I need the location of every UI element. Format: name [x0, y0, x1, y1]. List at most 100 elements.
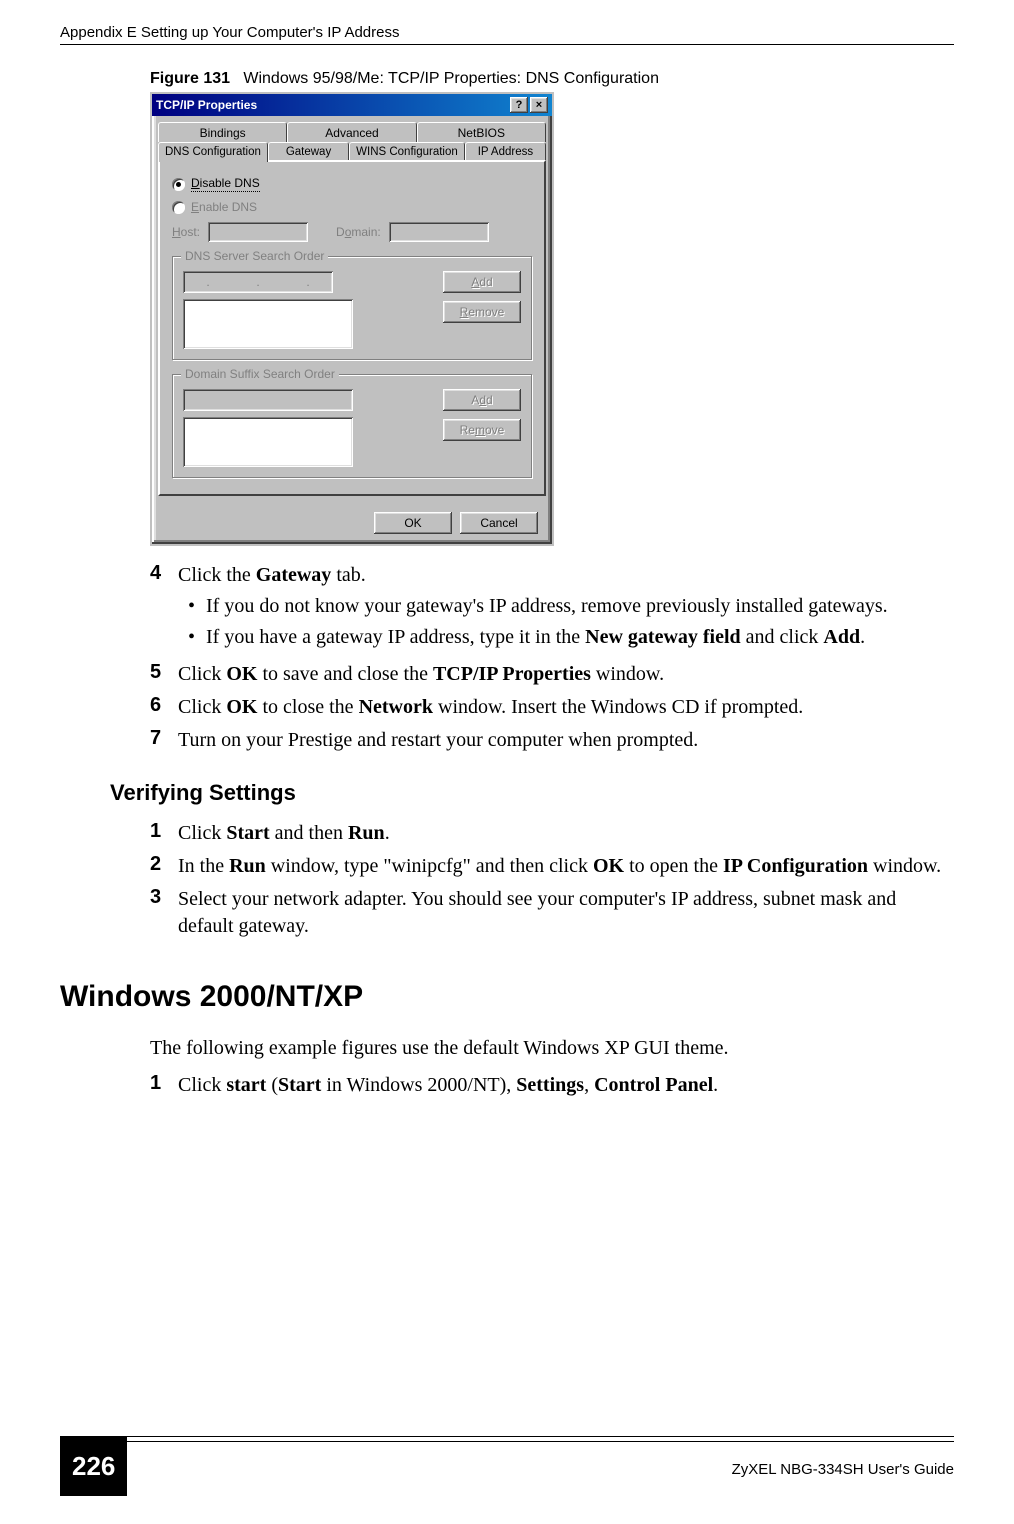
t: Settings	[516, 1074, 584, 1096]
host-label: Host:	[172, 225, 200, 239]
t: Run	[348, 822, 385, 844]
dns-add-button[interactable]: Add	[443, 271, 521, 293]
suffix-list[interactable]	[183, 417, 353, 467]
t: to open the	[624, 855, 723, 877]
t: OK	[226, 663, 257, 685]
radio-enable-dns[interactable]	[172, 201, 185, 214]
step-7: 7 Turn on your Prestige and restart your…	[150, 727, 944, 754]
page-header: Appendix E Setting up Your Computer's IP…	[60, 24, 954, 41]
section-heading: Windows 2000/NT/XP	[60, 980, 944, 1014]
guide-name: ZyXEL NBG-334SH User's Guide	[732, 1461, 954, 1478]
dns-group-label: DNS Server Search Order	[181, 249, 328, 263]
dialog-titlebar: TCP/IP Properties ? ×	[152, 94, 552, 116]
steps-list-b: 1 Click Start and then Run. 2 In the Run…	[150, 820, 944, 940]
tab-ip-address[interactable]: IP Address	[465, 142, 546, 162]
dns-remove-button[interactable]: Remove	[443, 301, 521, 323]
tcpip-dialog: TCP/IP Properties ? × Bindings Advanced …	[150, 92, 554, 546]
tab-dns-config[interactable]: DNS Configuration	[158, 142, 268, 162]
suffix-add-button[interactable]: Add	[443, 389, 521, 411]
step-6: 6 Click OK to close the Network window. …	[150, 694, 944, 721]
suffix-group-label: Domain Suffix Search Order	[181, 367, 339, 381]
bullet: • If you have a gateway IP address, type…	[188, 624, 944, 651]
t: Click	[178, 1074, 226, 1096]
t: TCP/IP Properties	[433, 663, 591, 685]
t: window, type "winipcfg" and then click	[266, 855, 593, 877]
section-intro: The following example figures use the de…	[150, 1034, 944, 1062]
page-number: 226	[60, 1437, 127, 1496]
t: Start	[278, 1074, 321, 1096]
t: .	[385, 822, 390, 844]
dns-search-group: DNS Server Search Order ... Add Remove	[172, 256, 532, 360]
t: In the	[178, 855, 229, 877]
step-num: 1	[150, 820, 178, 847]
t: window.	[868, 855, 941, 877]
header-rule	[60, 44, 954, 45]
t: tab.	[331, 564, 365, 586]
domain-label: Domain:	[336, 225, 381, 239]
t: to close the	[257, 696, 358, 718]
step-num: 4	[150, 562, 178, 655]
t: (	[266, 1074, 278, 1096]
t: Click the	[178, 564, 256, 586]
verify-heading: Verifying Settings	[110, 780, 944, 806]
t: Network	[359, 696, 433, 718]
t: start	[226, 1074, 266, 1096]
radio-disable-dns[interactable]	[172, 178, 185, 191]
step-num: 5	[150, 661, 178, 688]
step-1c: 1 Click start (Start in Windows 2000/NT)…	[150, 1072, 944, 1099]
t: window. Insert the Windows CD if prompte…	[433, 696, 803, 718]
figure-label: Figure 131	[150, 70, 230, 87]
t: window.	[591, 663, 664, 685]
t: Click	[178, 696, 226, 718]
step-num: 3	[150, 886, 178, 940]
step-3: 3 Select your network adapter. You shoul…	[150, 886, 944, 940]
suffix-remove-button[interactable]: Remove	[443, 419, 521, 441]
domain-input[interactable]	[389, 222, 489, 242]
figure-caption: Figure 131 Windows 95/98/Me: TCP/IP Prop…	[150, 70, 944, 88]
t: OK	[226, 696, 257, 718]
t: .	[860, 626, 865, 648]
tab-netbios[interactable]: NetBIOS	[417, 122, 546, 142]
t: in Windows 2000/NT),	[321, 1074, 516, 1096]
t: Gateway	[256, 564, 332, 586]
t: to save and close the	[257, 663, 433, 685]
steps-list-c: 1 Click start (Start in Windows 2000/NT)…	[150, 1072, 944, 1099]
suffix-input[interactable]	[183, 389, 353, 411]
tab-advanced[interactable]: Advanced	[287, 122, 416, 142]
radio-enable-label: Enable DNS	[191, 200, 257, 214]
dns-ip-input[interactable]: ...	[183, 271, 333, 293]
suffix-search-group: Domain Suffix Search Order Add Remove	[172, 374, 532, 478]
steps-list-a: 4 Click the Gateway tab. •If you do not …	[150, 562, 944, 754]
tab-row-front: DNS Configuration Gateway WINS Configura…	[158, 142, 546, 162]
t: and then	[270, 822, 348, 844]
t: Run	[229, 855, 266, 877]
t: Start	[226, 822, 269, 844]
step-5: 5 Click OK to save and close the TCP/IP …	[150, 661, 944, 688]
page-content: Figure 131 Windows 95/98/Me: TCP/IP Prop…	[150, 70, 944, 1109]
t: Click	[178, 822, 226, 844]
step-1: 1 Click Start and then Run.	[150, 820, 944, 847]
step-4: 4 Click the Gateway tab. •If you do not …	[150, 562, 944, 655]
t: Click	[178, 663, 226, 685]
cancel-button[interactable]: Cancel	[460, 512, 538, 534]
step-num: 6	[150, 694, 178, 721]
close-button[interactable]: ×	[530, 97, 548, 113]
dns-list[interactable]	[183, 299, 353, 349]
step-num: 2	[150, 853, 178, 880]
ok-button[interactable]: OK	[374, 512, 452, 534]
t: OK	[593, 855, 624, 877]
t: Add	[823, 626, 860, 648]
radio-disable-label: Disable DNS	[191, 176, 260, 192]
tab-wins[interactable]: WINS Configuration	[349, 142, 465, 162]
help-button[interactable]: ?	[510, 97, 528, 113]
t: If you do not know your gateway's IP add…	[206, 593, 888, 620]
t: New gateway field	[585, 626, 741, 648]
tab-bindings[interactable]: Bindings	[158, 122, 287, 142]
tab-panel: Disable DNS Enable DNS Host: Domain: DNS	[158, 160, 546, 496]
figure-caption-text: Windows 95/98/Me: TCP/IP Properties: DNS…	[243, 70, 659, 87]
host-input[interactable]	[208, 222, 308, 242]
dialog-title: TCP/IP Properties	[156, 98, 257, 112]
tab-gateway[interactable]: Gateway	[268, 142, 349, 162]
bullet: •If you do not know your gateway's IP ad…	[188, 593, 944, 620]
step-num: 7	[150, 727, 178, 754]
